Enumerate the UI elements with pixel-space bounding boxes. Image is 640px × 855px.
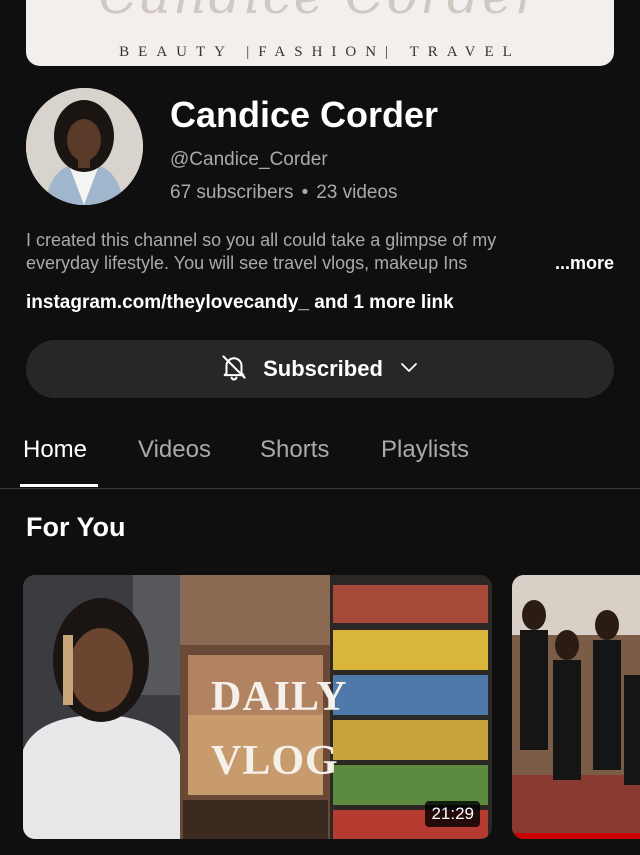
channel-avatar[interactable]: [26, 88, 143, 205]
video-count: 23 videos: [316, 182, 398, 203]
subscriber-count: 67 subscribers: [170, 182, 294, 203]
banner-script-title: Candice Corder: [26, 0, 614, 26]
description-line-2: everyday lifestyle. You will see travel …: [26, 253, 468, 273]
channel-stats: 67 subscribers • 23 videos: [170, 182, 398, 204]
subscribed-button[interactable]: Subscribed: [26, 340, 614, 398]
channel-banner: Candice Corder BEAUTY |FASHION| TRAVEL: [26, 0, 614, 66]
video-duration: 21:29: [425, 801, 480, 827]
channel-description[interactable]: I created this channel so you all could …: [26, 229, 614, 275]
section-title: For You: [26, 512, 126, 542]
chevron-down-icon: [397, 355, 421, 384]
stats-separator: •: [301, 182, 309, 203]
channel-tabs: Home Videos Shorts Playlists: [0, 428, 640, 489]
tab-playlists[interactable]: Playlists: [381, 436, 469, 464]
video-thumbnail-2[interactable]: [512, 575, 640, 839]
channel-handle: @Candice_Corder: [170, 149, 328, 170]
subscribed-label: Subscribed: [263, 356, 383, 381]
video-overlay-vlog: VLOG: [211, 738, 339, 784]
banner-tagline: BEAUTY |FASHION| TRAVEL: [119, 44, 521, 60]
bell-off-icon: [219, 352, 249, 387]
channel-name: Candice Corder: [170, 94, 439, 135]
video-thumbnail[interactable]: DAILY VLOG 21:29: [23, 575, 492, 839]
active-tab-indicator: [20, 484, 98, 487]
more-button[interactable]: ...more: [549, 252, 614, 275]
tab-home[interactable]: Home: [23, 436, 87, 464]
tab-shorts[interactable]: Shorts: [260, 436, 329, 464]
tab-videos[interactable]: Videos: [138, 436, 211, 464]
description-line-1: I created this channel so you all could …: [26, 230, 497, 250]
video-overlay-daily: DAILY: [211, 674, 348, 720]
channel-links[interactable]: instagram.com/theylovecandy_ and 1 more …: [26, 292, 454, 314]
